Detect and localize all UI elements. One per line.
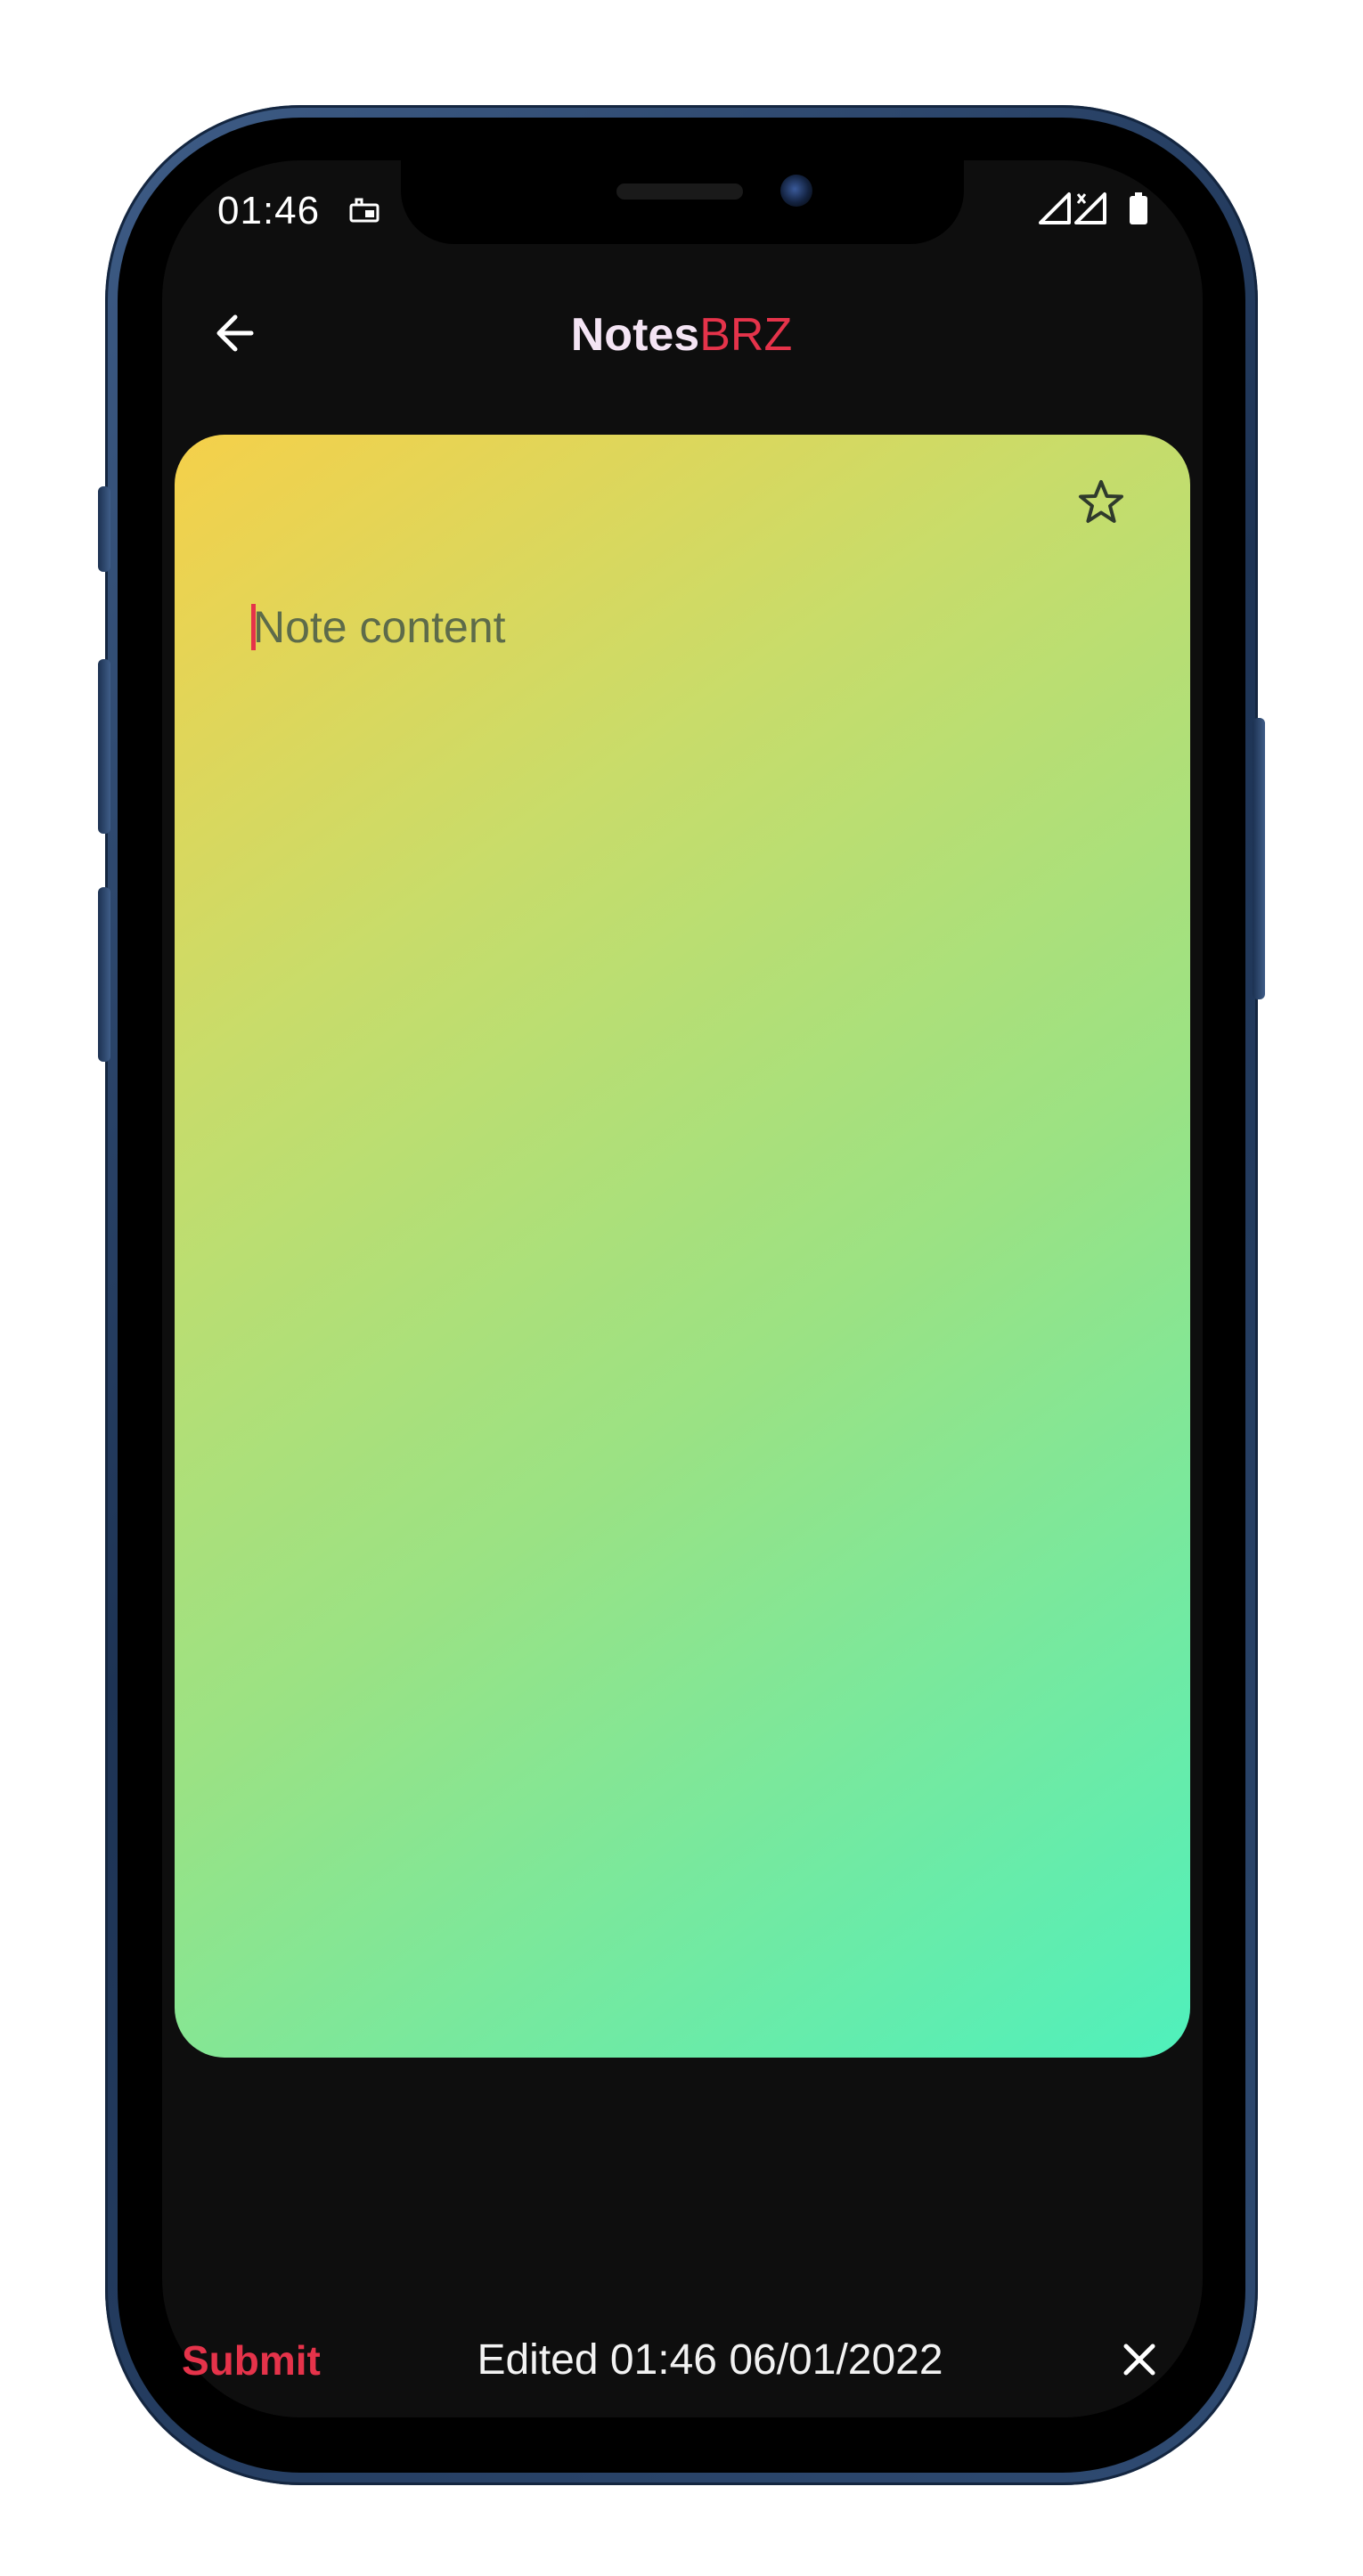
close-icon[interactable]	[1117, 2337, 1162, 2382]
earpiece-speaker	[616, 183, 743, 200]
volume-up-button	[98, 659, 110, 834]
signal-icon	[1039, 192, 1071, 224]
status-time: 01:46	[217, 189, 321, 232]
front-camera	[780, 175, 812, 207]
star-outline-icon[interactable]	[1074, 477, 1128, 529]
note-content-input[interactable]	[253, 593, 1126, 661]
power-button	[1253, 718, 1265, 999]
title-brz: BRZ	[699, 309, 793, 361]
volume-down-button	[98, 887, 110, 1062]
signal-no-data-icon	[1074, 192, 1106, 224]
battery-icon	[1130, 192, 1147, 224]
device-stage: 01:46 NotesBRZ Submit Edited 01:46 06/01…	[0, 0, 1363, 2576]
text-cursor	[251, 604, 256, 650]
note-card	[175, 435, 1190, 2058]
mute-switch	[98, 486, 110, 572]
page-title: NotesBRZ	[0, 308, 1363, 362]
title-notes: Notes	[570, 309, 700, 361]
notification-icon	[349, 198, 380, 223]
status-icons	[1039, 192, 1147, 224]
